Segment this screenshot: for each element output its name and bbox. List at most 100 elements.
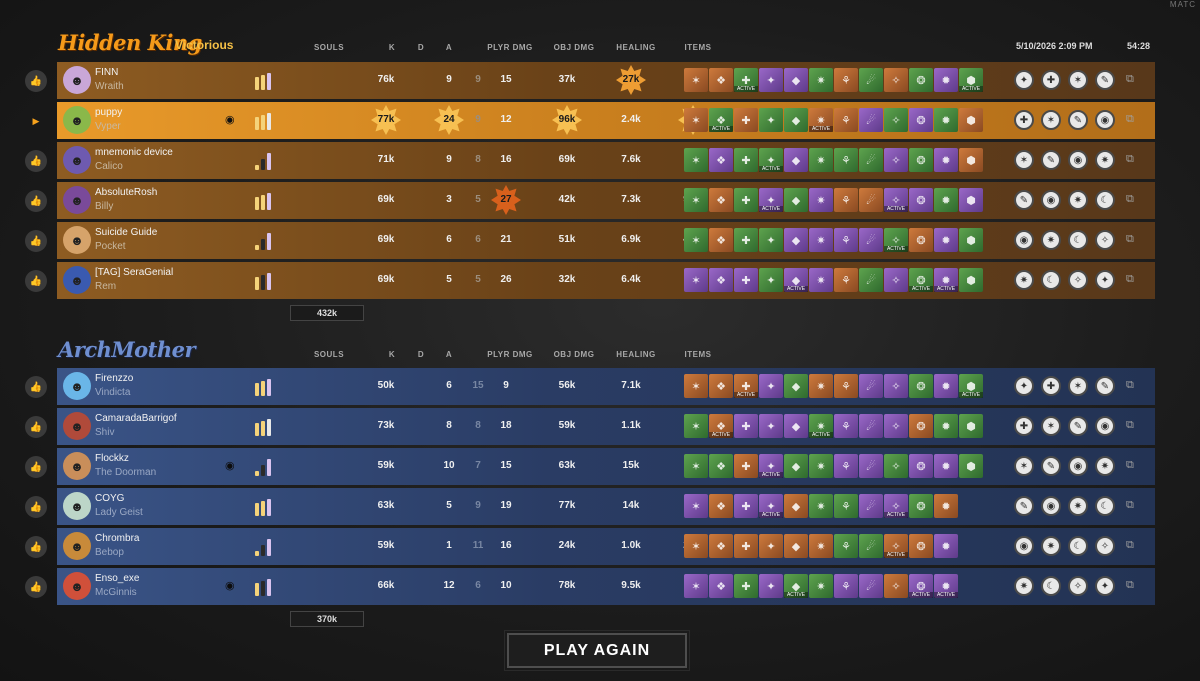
ability-icon[interactable]: ☾ (1068, 230, 1088, 250)
ability-icon[interactable]: ✷ (1095, 456, 1115, 476)
item-icon[interactable]: ✷ (809, 228, 833, 252)
item-icon[interactable]: ⬢ ACTIVE (959, 374, 983, 398)
item-icon[interactable]: ✹ (934, 534, 958, 558)
copy-build-icon[interactable]: ⧉ (1126, 153, 1134, 166)
item-icon[interactable]: ❖ (709, 268, 733, 292)
hero-portrait-icon[interactable]: ☻ (63, 452, 91, 480)
item-icon[interactable]: ⬢ (959, 268, 983, 292)
player-row[interactable]: ☻AbsoluteRoshBilly69k352742k7.3k9.4k✶❖✚✦… (57, 182, 1155, 219)
commend-thumbs-up-button[interactable]: 👍 (25, 456, 47, 478)
item-icon[interactable]: ✦ (759, 414, 783, 438)
player-row[interactable]: ☻Enso_exeMcGinnis◉66k1261078k9.5k11k✶❖✚✦… (57, 568, 1155, 605)
ability-icon[interactable]: ✷ (1014, 270, 1034, 290)
ability-icon[interactable]: ◉ (1095, 110, 1115, 130)
ability-icon[interactable]: ☾ (1095, 496, 1115, 516)
ability-icon[interactable]: ✶ (1014, 150, 1034, 170)
item-icon[interactable]: ✦ (759, 108, 783, 132)
ability-icon[interactable]: ☾ (1041, 270, 1061, 290)
item-icon[interactable]: ☄ (859, 148, 883, 172)
player-name[interactable]: Flockkz (95, 453, 129, 464)
player-name[interactable]: puppy (95, 107, 122, 118)
item-icon[interactable]: ⬢ (959, 108, 983, 132)
player-row[interactable]: ☻puppyVyper◉77k2491296k2.4k38k✶❖ACTIVE✚✦… (57, 102, 1155, 139)
ability-icon[interactable]: ✦ (1095, 576, 1115, 596)
item-icon[interactable]: ✹ (934, 494, 958, 518)
ability-icon[interactable]: ☾ (1068, 536, 1088, 556)
item-icon[interactable]: ✦ ACTIVE (759, 494, 783, 518)
item-icon[interactable]: ☄ (859, 188, 883, 212)
item-icon[interactable]: ◆ ACTIVE (784, 574, 808, 598)
ability-icon[interactable]: ☾ (1041, 576, 1061, 596)
item-icon[interactable]: ✧ ACTIVE (884, 188, 908, 212)
player-row[interactable]: ☻[TAG] SeraGenialRem69k552632k6.4k34k✶❖✚… (57, 262, 1155, 299)
item-icon[interactable]: ❂ (909, 454, 933, 478)
item-icon[interactable]: ⚘ (834, 414, 858, 438)
copy-build-icon[interactable]: ⧉ (1126, 113, 1134, 126)
item-icon[interactable]: ⬢ (959, 228, 983, 252)
item-icon[interactable]: ✧ (884, 148, 908, 172)
item-icon[interactable]: ✚ (734, 534, 758, 558)
item-icon[interactable]: ✚ (734, 454, 758, 478)
item-icon[interactable]: ✹ ACTIVE (934, 268, 958, 292)
hero-portrait-icon[interactable]: ☻ (63, 492, 91, 520)
ability-icon[interactable]: ✧ (1095, 536, 1115, 556)
hero-portrait-icon[interactable]: ☻ (63, 226, 91, 254)
ability-icon[interactable]: ✦ (1014, 376, 1034, 396)
item-icon[interactable]: ✹ (934, 374, 958, 398)
ability-icon[interactable]: ◉ (1068, 150, 1088, 170)
item-icon[interactable]: ✶ (684, 374, 708, 398)
item-icon[interactable]: ❂ (909, 188, 933, 212)
item-icon[interactable]: ❖ ACTIVE (709, 414, 733, 438)
copy-build-icon[interactable]: ⧉ (1126, 73, 1134, 86)
commend-thumbs-up-button[interactable]: 👍 (25, 150, 47, 172)
item-icon[interactable]: ❂ (909, 68, 933, 92)
item-icon[interactable]: ☄ (859, 268, 883, 292)
ability-icon[interactable]: ◉ (1041, 496, 1061, 516)
player-name[interactable]: Enso_exe (95, 573, 139, 584)
item-icon[interactable]: ✹ (934, 454, 958, 478)
item-icon[interactable]: ⚘ (834, 494, 858, 518)
commend-thumbs-up-button[interactable]: 👍 (25, 536, 47, 558)
item-icon[interactable]: ❖ (709, 494, 733, 518)
hero-portrait-icon[interactable]: ☻ (63, 106, 91, 134)
item-icon[interactable]: ✚ ACTIVE (734, 68, 758, 92)
item-icon[interactable]: ✧ ACTIVE (884, 494, 908, 518)
item-icon[interactable]: ☄ (859, 494, 883, 518)
ability-icon[interactable]: ✎ (1068, 110, 1088, 130)
copy-build-icon[interactable]: ⧉ (1126, 233, 1134, 246)
item-icon[interactable]: ❖ (709, 68, 733, 92)
ability-icon[interactable]: ✚ (1014, 110, 1034, 130)
item-icon[interactable]: ✶ (684, 574, 708, 598)
commend-thumbs-up-button[interactable]: 👍 (25, 230, 47, 252)
item-icon[interactable]: ✶ (684, 68, 708, 92)
item-icon[interactable]: ✦ (759, 574, 783, 598)
player-name[interactable]: AbsoluteRosh (95, 187, 157, 198)
player-name[interactable]: [TAG] SeraGenial (95, 267, 173, 278)
item-icon[interactable]: ⚘ (834, 374, 858, 398)
item-icon[interactable]: ✚ (734, 148, 758, 172)
item-icon[interactable]: ✶ (684, 228, 708, 252)
item-icon[interactable]: ◆ (784, 374, 808, 398)
item-icon[interactable]: ☄ (859, 374, 883, 398)
ability-icon[interactable]: ✶ (1068, 70, 1088, 90)
ability-icon[interactable]: ✚ (1041, 376, 1061, 396)
player-row[interactable]: ☻COYGLady Geist63k591977k14k14k✶❖✚✦ACTIV… (57, 488, 1155, 525)
copy-build-icon[interactable]: ⧉ (1126, 419, 1134, 432)
copy-build-icon[interactable]: ⧉ (1126, 379, 1134, 392)
item-icon[interactable]: ✷ (809, 68, 833, 92)
item-icon[interactable]: ✧ (884, 574, 908, 598)
item-icon[interactable]: ⚘ (834, 148, 858, 172)
item-icon[interactable]: ✶ (684, 534, 708, 558)
item-icon[interactable]: ✧ ACTIVE (884, 534, 908, 558)
player-name[interactable]: Suicide Guide (95, 227, 157, 238)
player-row[interactable]: ☻Suicide GuidePocket69k662151k6.9k4.9k✶❖… (57, 222, 1155, 259)
item-icon[interactable]: ✶ (684, 414, 708, 438)
item-icon[interactable]: ✹ (934, 414, 958, 438)
item-icon[interactable]: ⬢ (959, 414, 983, 438)
player-name[interactable]: FINN (95, 67, 118, 78)
item-icon[interactable]: ◆ (784, 534, 808, 558)
ability-icon[interactable]: ✦ (1014, 70, 1034, 90)
item-icon[interactable]: ✚ (734, 414, 758, 438)
item-icon[interactable]: ✦ (759, 268, 783, 292)
item-icon[interactable]: ◆ (784, 494, 808, 518)
